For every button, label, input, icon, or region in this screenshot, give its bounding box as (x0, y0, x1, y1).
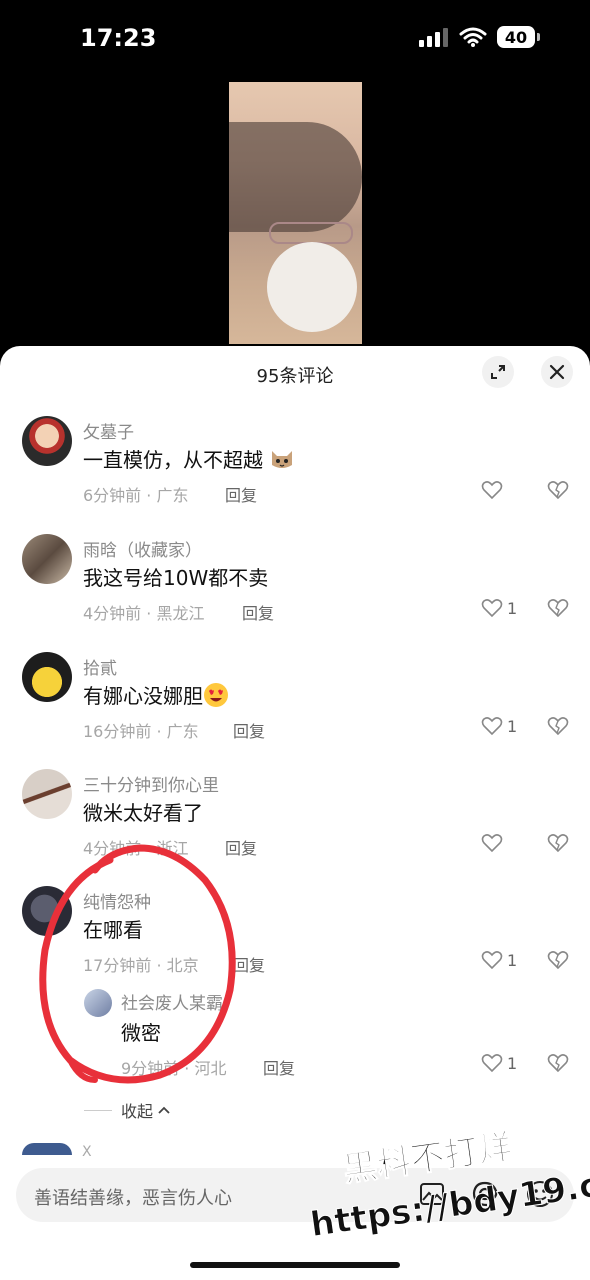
wifi-icon (459, 27, 487, 47)
reply-button[interactable]: 回复 (233, 952, 265, 976)
emoji-icon[interactable] (526, 1180, 554, 1208)
close-button[interactable] (541, 356, 573, 388)
comment-text-content: 一直模仿，从不超越 (83, 448, 263, 472)
heart-icon (481, 1054, 503, 1073)
close-icon (549, 364, 565, 380)
comment-username[interactable]: X (82, 1144, 92, 1160)
collapse-divider (84, 1110, 112, 1111)
comment-input[interactable]: 善语结善缘，恶言伤人心 (16, 1168, 574, 1222)
comment-text: 有娜心没娜胆 (83, 680, 229, 709)
reply-button[interactable]: 回复 (225, 835, 257, 859)
comment-username[interactable]: 攵墓子 (83, 418, 134, 443)
battery-nub (537, 33, 540, 41)
reply-username[interactable]: 社会废人某霸 (121, 989, 223, 1014)
video-player[interactable] (229, 82, 362, 344)
status-icons: 40 (419, 26, 540, 48)
cat-emoji-icon (272, 451, 293, 468)
like-count: 1 (507, 1053, 518, 1073)
heart-icon (481, 599, 503, 618)
video-frame-shape (229, 122, 362, 232)
comment-text: 在哪看 (83, 918, 143, 942)
collapse-label: 收起 (121, 1102, 154, 1121)
avatar[interactable] (22, 652, 72, 702)
dislike-button[interactable] (547, 716, 569, 740)
like-count: 1 (507, 950, 518, 970)
avatar[interactable] (84, 989, 112, 1017)
like-button[interactable] (481, 833, 507, 853)
comment-time-location: 17分钟前 · 北京 (83, 956, 199, 975)
reply-button[interactable]: 回复 (225, 482, 257, 506)
heart-icon (481, 481, 503, 500)
like-button[interactable]: 1 (481, 598, 517, 618)
comment-text: 微米太好看了 (83, 801, 203, 825)
like-count: 1 (507, 598, 518, 618)
mention-icon[interactable] (471, 1180, 499, 1208)
like-button[interactable]: 1 (481, 1053, 517, 1073)
comment-time-location: 4分钟前 · 黑龙江 (83, 604, 205, 623)
avatar[interactable] (22, 769, 72, 819)
cellular-signal-icon (419, 28, 448, 47)
heart-icon (481, 951, 503, 970)
like-button[interactable]: 1 (481, 716, 517, 736)
avatar[interactable] (22, 886, 72, 936)
like-count: 1 (507, 716, 518, 736)
dislike-button[interactable] (547, 1053, 569, 1077)
battery-indicator: 40 (497, 26, 535, 48)
like-button[interactable]: 1 (481, 950, 517, 970)
collapse-replies-button[interactable]: 收起 (121, 1098, 171, 1122)
comment-time-location: 6分钟前 · 广东 (83, 486, 189, 505)
avatar[interactable] (22, 1143, 72, 1155)
comment-username[interactable]: 拾貳 (83, 654, 117, 679)
broken-heart-icon (547, 481, 569, 500)
reply-button[interactable]: 回复 (242, 600, 274, 624)
screen: 17:23 40 95条评论 攵墓子 一直模仿，从不超越 6分钟前 · 广东 回… (0, 0, 590, 1280)
reply-button[interactable]: 回复 (263, 1055, 295, 1079)
expand-button[interactable] (482, 356, 514, 388)
status-time: 17:23 (80, 24, 157, 52)
comment-text: 一直模仿，从不超越 (83, 444, 295, 473)
like-button[interactable] (481, 480, 507, 500)
image-icon[interactable] (418, 1180, 446, 1208)
broken-heart-icon (547, 951, 569, 970)
comment-time-location: 4分钟前 · 浙江 (83, 839, 189, 858)
comment-time-location: 16分钟前 · 广东 (83, 722, 199, 741)
dislike-button[interactable] (547, 598, 569, 622)
dislike-button[interactable] (547, 480, 569, 504)
heart-icon (481, 834, 503, 853)
broken-heart-icon (547, 834, 569, 853)
avatar[interactable] (22, 534, 72, 584)
avatar[interactable] (22, 416, 72, 466)
broken-heart-icon (547, 1054, 569, 1073)
reply-time-location: 9分钟前 · 河北 (121, 1059, 227, 1078)
dislike-button[interactable] (547, 833, 569, 857)
comment-username[interactable]: 雨晗（收藏家） (83, 536, 202, 561)
comment-username[interactable]: 纯情怨种 (83, 888, 151, 913)
reply-text: 微密 (121, 1021, 161, 1045)
comments-sheet: 95条评论 攵墓子 一直模仿，从不超越 6分钟前 · 广东 回复 雨晗（收藏家）… (0, 346, 590, 1280)
video-frame-shape (267, 242, 357, 332)
broken-heart-icon (547, 599, 569, 618)
video-frame-shape (269, 222, 353, 244)
comment-username[interactable]: 三十分钟到你心里 (83, 771, 219, 796)
broken-heart-icon (547, 717, 569, 736)
heart-eyes-emoji-icon (204, 683, 228, 707)
home-indicator[interactable] (190, 1262, 400, 1268)
comment-input-placeholder: 善语结善缘，恶言伤人心 (34, 1188, 232, 1209)
comment-text-content: 有娜心没娜胆 (83, 684, 203, 708)
comment-text: 我这号给10W都不卖 (83, 566, 269, 590)
reply-button[interactable]: 回复 (233, 718, 265, 742)
dislike-button[interactable] (547, 950, 569, 974)
chevron-up-icon (158, 1106, 170, 1114)
expand-icon (491, 365, 505, 379)
heart-icon (481, 717, 503, 736)
